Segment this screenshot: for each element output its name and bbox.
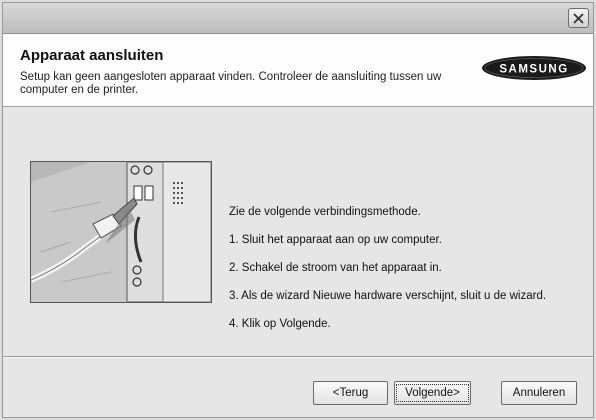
usb-cable-drawing <box>31 162 211 302</box>
wizard-header: Apparaat aansluiten Setup kan geen aange… <box>3 34 593 107</box>
close-icon <box>573 12 584 24</box>
next-button[interactable]: Volgende> <box>394 381 471 405</box>
setup-wizard-window: Apparaat aansluiten Setup kan geen aange… <box>2 2 594 418</box>
svg-text:SAMSUNG: SAMSUNG <box>499 64 568 76</box>
instruction-step-4: 4. Klik op Volgende. <box>229 318 331 330</box>
page-subtitle: Setup kan geen aangesloten apparaat vind… <box>20 71 442 96</box>
back-button[interactable]: <Terug <box>313 381 388 405</box>
page-title: Apparaat aansluiten <box>20 47 164 64</box>
instruction-step-3: 3. Als de wizard Nieuwe hardware verschi… <box>229 290 547 302</box>
samsung-logo: SAMSUNG <box>482 56 586 80</box>
instruction-step-2: 2. Schakel de stroom van het apparaat in… <box>229 262 442 274</box>
close-button[interactable] <box>568 8 589 28</box>
usb-connection-illustration <box>30 161 212 303</box>
footer-divider <box>3 356 593 358</box>
instruction-step-1: 1. Sluit het apparaat aan op uw computer… <box>229 234 442 246</box>
cancel-button[interactable]: Annuleren <box>501 381 577 405</box>
next-button-label: Volgende> <box>396 384 469 402</box>
wizard-content: Zie de volgende verbindingsmethode. 1. S… <box>3 107 593 356</box>
instruction-intro: Zie de volgende verbindingsmethode. <box>229 206 421 218</box>
title-bar <box>3 3 593 34</box>
